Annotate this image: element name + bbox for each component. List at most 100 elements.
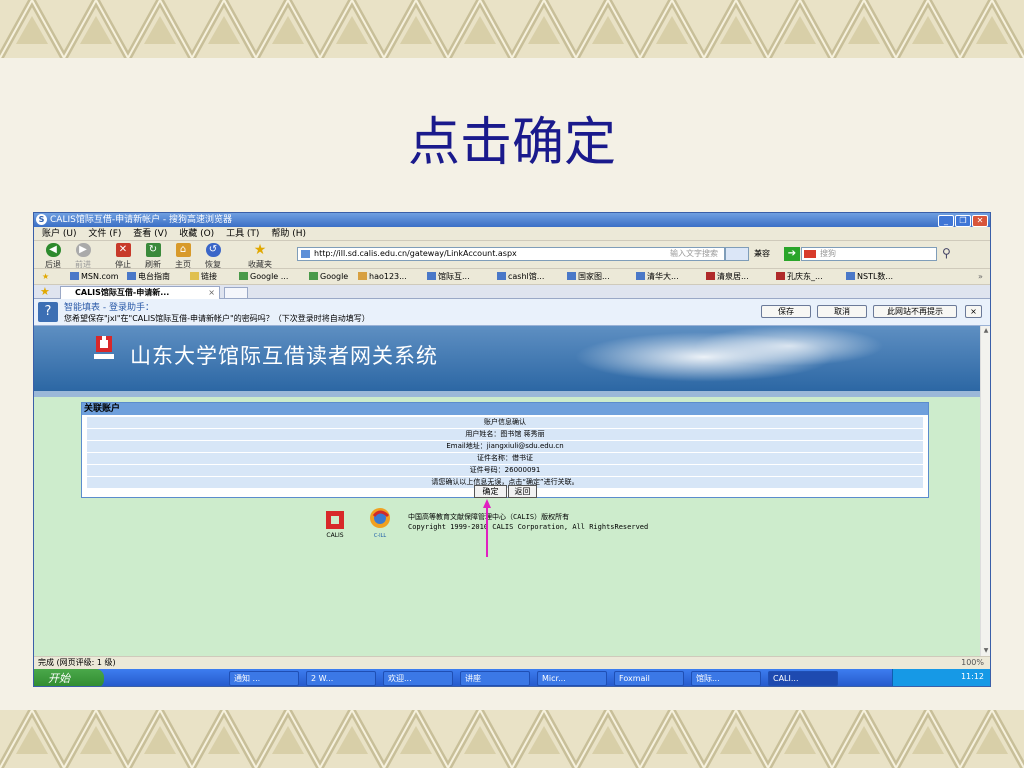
favorite-link[interactable]: Google ...: [239, 269, 288, 285]
footer-copyright-en: Copyright 1999-2010 CALIS Corporation, A…: [408, 523, 649, 531]
decorative-top-band: [0, 0, 1024, 58]
more-chevron-icon[interactable]: »: [978, 269, 983, 285]
minimize-icon[interactable]: _: [938, 215, 954, 227]
stop-button[interactable]: ✕ 停止: [108, 243, 138, 270]
taskbar-item[interactable]: 讲座: [460, 671, 530, 686]
key-icon: ?: [38, 302, 58, 322]
restore-icon[interactable]: ❐: [955, 215, 971, 227]
ie-icon: [567, 272, 576, 280]
save-password-button[interactable]: 保存: [761, 305, 811, 318]
favorite-link[interactable]: 清华大...: [636, 269, 679, 285]
menu-favorites[interactable]: 收藏 (O): [179, 229, 214, 239]
google-icon: [309, 272, 318, 280]
taskbar-item-active[interactable]: CALI...: [768, 671, 838, 686]
blog-icon: [706, 272, 715, 280]
ie-icon: [636, 272, 645, 280]
ie-icon: [497, 272, 506, 280]
favorite-link[interactable]: 电台指南: [127, 269, 170, 285]
refresh-button[interactable]: ↻ 刷新: [138, 243, 168, 270]
search-icon[interactable]: ⚲: [942, 246, 951, 260]
password-save-bar: ? 智能填表 - 登录助手： 您希望保存"jxl"在"CALIS馆际互借-申请新…: [34, 299, 990, 326]
home-button[interactable]: ⌂ 主页: [168, 243, 198, 270]
taskbar-item[interactable]: Micr...: [537, 671, 607, 686]
home-icon: ⌂: [175, 243, 191, 257]
tab-bar: ★ CALIS馆际互借-申请新... ×: [34, 285, 990, 299]
account-info-title: 账户信息确认: [87, 417, 923, 428]
favorite-link[interactable]: 国家图...: [567, 269, 610, 285]
favorite-link[interactable]: MSN.com: [70, 269, 119, 285]
taskbar-item[interactable]: 欢迎...: [383, 671, 453, 686]
taskbar-item[interactable]: 通知 ...: [229, 671, 299, 686]
favorite-link[interactable]: hao123...: [358, 269, 407, 285]
favorites-star-icon[interactable]: ★: [42, 269, 49, 285]
account-email: Email地址：jiangxiuli@sdu.edu.cn: [87, 441, 923, 452]
vertical-scrollbar[interactable]: ▲ ▼: [980, 326, 990, 656]
favorite-link[interactable]: 链接: [190, 269, 217, 285]
page-icon: [301, 250, 310, 258]
scroll-up-icon[interactable]: ▲: [982, 327, 990, 335]
site-header: 山东大学馆际互借读者网关系统: [34, 326, 980, 391]
menu-account[interactable]: 账户 (U): [42, 229, 76, 239]
close-icon[interactable]: ✕: [972, 215, 988, 227]
account-user-name: 用户姓名：图书馆 蒋秀丽: [87, 429, 923, 440]
back-button[interactable]: 返回: [508, 485, 537, 498]
system-tray: 11:12: [892, 669, 990, 686]
forward-button[interactable]: ▶ 前进: [68, 243, 98, 270]
confirm-button[interactable]: 确定: [474, 485, 507, 498]
back-button[interactable]: ◀ 后退: [38, 243, 68, 270]
compat-mode-button[interactable]: 兼容: [754, 248, 770, 259]
favorite-link[interactable]: 馆际互...: [427, 269, 470, 285]
zoom-level[interactable]: 100%: [961, 657, 984, 669]
cancel-password-button[interactable]: 取消: [817, 305, 867, 318]
window-controls: _ ❐ ✕: [937, 214, 988, 228]
go-button[interactable]: ➔: [784, 247, 800, 261]
sogou-logo-icon: S: [36, 214, 47, 225]
password-bar-title: 智能填表 - 登录助手：: [64, 303, 154, 313]
windows-taskbar: 开始 通知 ... 2 W... 欢迎... 讲座 Micr... Foxmai…: [34, 669, 990, 686]
favorite-link[interactable]: cashl馆...: [497, 269, 544, 285]
navigation-toolbar: ◀ 后退 ▶ 前进 ✕ 停止 ↻ 刷新 ⌂ 主页 ↺ 恢复 ★ 收藏夹 http://ill.…: [34, 241, 990, 269]
favorite-link[interactable]: 孔庆东_...: [776, 269, 823, 285]
sogou-search-icon: [804, 250, 816, 258]
msn-icon: [70, 272, 79, 280]
new-tab-button[interactable]: [224, 287, 248, 299]
hao123-icon: [358, 272, 367, 280]
menu-help[interactable]: 帮助 (H): [271, 229, 306, 239]
address-bar[interactable]: http://ill.sd.calis.edu.cn/gateway/LinkA…: [297, 247, 725, 261]
calis-logo-label: CALIS: [326, 532, 343, 539]
pointer-arrow-icon: [483, 499, 491, 557]
add-favorite-star-icon[interactable]: ★: [40, 285, 50, 298]
star-icon: ★: [253, 242, 267, 258]
undo-icon: ↺: [205, 243, 221, 257]
scroll-down-icon[interactable]: ▼: [982, 647, 990, 655]
address-dropdown-button[interactable]: [725, 247, 749, 261]
tab-close-icon[interactable]: ×: [208, 287, 215, 299]
favorite-link[interactable]: 清泉居...: [706, 269, 749, 285]
tab-calis[interactable]: CALIS馆际互借-申请新... ×: [60, 286, 220, 299]
search-input[interactable]: 搜狗: [801, 247, 937, 261]
never-prompt-button[interactable]: 此网站不再提示: [873, 305, 957, 318]
taskbar-item[interactable]: 2 W...: [306, 671, 376, 686]
start-button[interactable]: 开始: [34, 669, 104, 686]
site-title: 山东大学馆际互借读者网关系统: [130, 344, 438, 368]
favorite-link[interactable]: Google: [309, 269, 348, 285]
menu-bar: 账户 (U) 文件 (F) 查看 (V) 收藏 (O) 工具 (T) 帮助 (H…: [34, 227, 990, 241]
password-bar-message: 您希望保存"jxl"在"CALIS馆际互借-申请新帐户"的密码吗？（下次登录时将…: [64, 314, 370, 323]
menu-tools[interactable]: 工具 (T): [226, 229, 259, 239]
decorative-pattern-icon: [0, 0, 1024, 58]
restore-button[interactable]: ↺ 恢复: [198, 243, 228, 270]
ie-icon: [846, 272, 855, 280]
favorite-link[interactable]: NSTL数...: [846, 269, 893, 285]
cill-footer-logo-icon: C-ILL: [370, 508, 390, 539]
window-title: CALIS馆际互借-申请新帐户 - 搜狗高速浏览器: [50, 215, 233, 225]
menu-view[interactable]: 查看 (V): [133, 229, 167, 239]
browser-window: S CALIS馆际互借-申请新帐户 - 搜狗高速浏览器 _ ❐ ✕ 账户 (U) 文…: [33, 212, 991, 687]
panel-header: 关联账户: [82, 403, 928, 415]
menu-file[interactable]: 文件 (F): [88, 229, 121, 239]
taskbar-item[interactable]: Foxmail: [614, 671, 684, 686]
link-account-panel: 关联账户 账户信息确认 用户姓名：图书馆 蒋秀丽 Email地址：jiangxi…: [81, 402, 929, 498]
taskbar-item[interactable]: 馆际...: [691, 671, 761, 686]
stop-icon: ✕: [115, 243, 131, 257]
favorites-button[interactable]: ★ 收藏夹: [240, 243, 280, 270]
password-bar-close-button[interactable]: ×: [965, 305, 982, 318]
